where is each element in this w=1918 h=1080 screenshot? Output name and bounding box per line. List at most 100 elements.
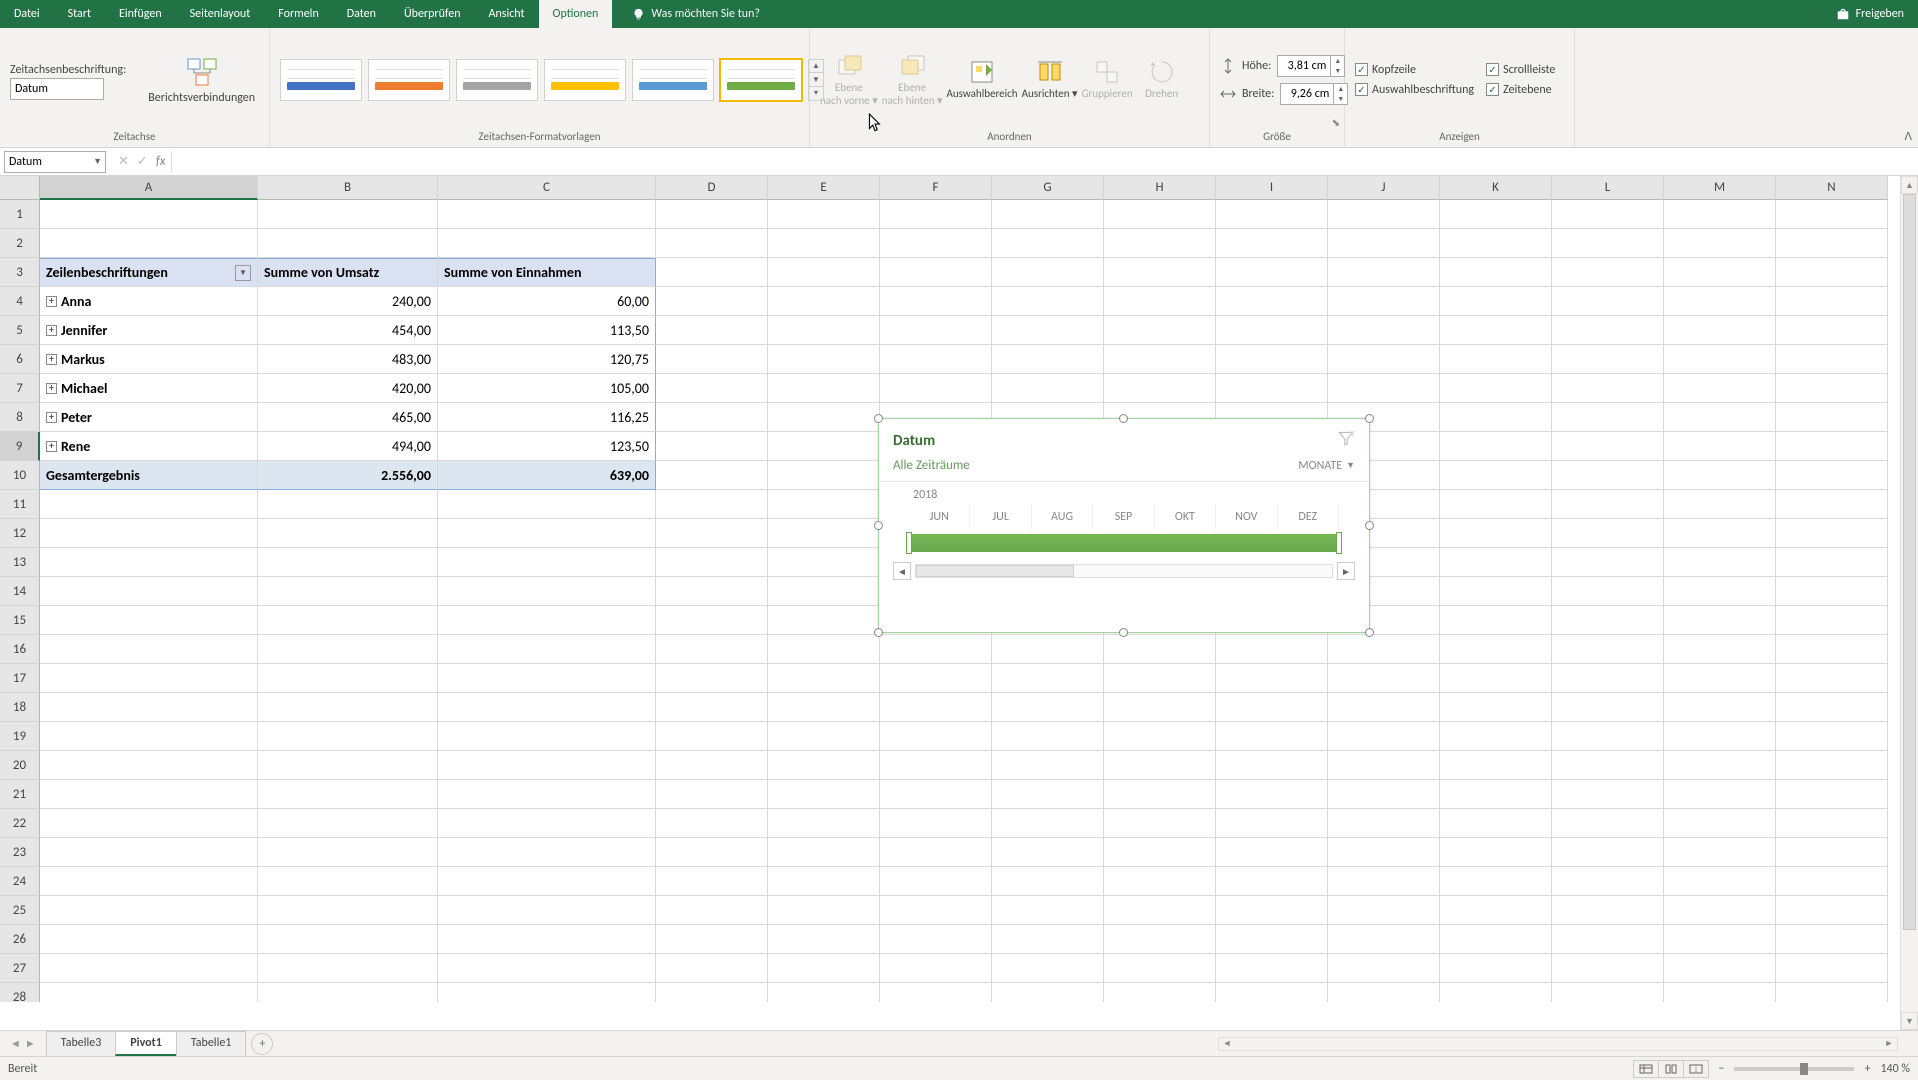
cell-D2[interactable] [656,229,768,258]
row-header-10[interactable]: 10 [0,461,40,490]
cell-K24[interactable] [1440,867,1552,896]
cell-B14[interactable] [258,577,438,606]
cell-H18[interactable] [1104,693,1216,722]
cell-F26[interactable] [880,925,992,954]
cell-L4[interactable] [1552,287,1664,316]
cell-L27[interactable] [1552,954,1664,983]
cell-M17[interactable] [1664,664,1776,693]
column-header-I[interactable]: I [1216,176,1328,200]
cell-G7[interactable] [992,374,1104,403]
cell-M6[interactable] [1664,345,1776,374]
row-header-5[interactable]: 5 [0,316,40,345]
cell-F2[interactable] [880,229,992,258]
sheet-tab-tabelle3[interactable]: Tabelle3 [46,1031,117,1056]
cell-C12[interactable] [438,519,656,548]
show-checkbox-scrollleiste[interactable]: ✓Scrollleiste [1486,63,1564,77]
cell-A26[interactable] [40,925,258,954]
cell-A13[interactable] [40,548,258,577]
cell-G28[interactable] [992,983,1104,1002]
row-header-6[interactable]: 6 [0,345,40,374]
cell-K2[interactable] [1440,229,1552,258]
cell-F22[interactable] [880,809,992,838]
cell-A8[interactable]: +Peter [40,403,258,432]
cell-N11[interactable] [1776,490,1888,519]
cell-G26[interactable] [992,925,1104,954]
cell-N26[interactable] [1776,925,1888,954]
cell-C10[interactable]: 639,00 [438,461,656,490]
cell-J3[interactable] [1328,258,1440,287]
sheet-tab-tabelle1[interactable]: Tabelle1 [176,1031,247,1056]
cell-J6[interactable] [1328,345,1440,374]
cell-E6[interactable] [768,345,880,374]
cell-N10[interactable] [1776,461,1888,490]
cell-I17[interactable] [1216,664,1328,693]
cell-L16[interactable] [1552,635,1664,664]
cell-N23[interactable] [1776,838,1888,867]
timeline-left-grip[interactable] [906,532,912,554]
cell-E26[interactable] [768,925,880,954]
cell-A23[interactable] [40,838,258,867]
row-header-1[interactable]: 1 [0,200,40,229]
gallery-row-down[interactable]: ▼ [809,73,823,87]
cell-J16[interactable] [1328,635,1440,664]
cell-K10[interactable] [1440,461,1552,490]
sheet-tab-pivot1[interactable]: Pivot1 [115,1031,177,1056]
cell-C4[interactable]: 60,00 [438,287,656,316]
row-header-16[interactable]: 16 [0,635,40,664]
row-header-24[interactable]: 24 [0,867,40,896]
cell-A22[interactable] [40,809,258,838]
timeline-style-1[interactable] [368,59,450,101]
cell-N17[interactable] [1776,664,1888,693]
cell-E12[interactable] [768,519,880,548]
worksheet-grid[interactable]: ABCDEFGHIJKLMN123Zeilenbeschriftungen▼Su… [0,176,1918,1002]
cell-L8[interactable] [1552,403,1664,432]
cell-I5[interactable] [1216,316,1328,345]
cell-M16[interactable] [1664,635,1776,664]
cell-M19[interactable] [1664,722,1776,751]
cell-K28[interactable] [1440,983,1552,1002]
row-header-7[interactable]: 7 [0,374,40,403]
cell-E5[interactable] [768,316,880,345]
column-header-C[interactable]: C [438,176,656,200]
cell-L17[interactable] [1552,664,1664,693]
cell-C6[interactable]: 120,75 [438,345,656,374]
cell-N13[interactable] [1776,548,1888,577]
cell-M23[interactable] [1664,838,1776,867]
cell-C11[interactable] [438,490,656,519]
cell-C21[interactable] [438,780,656,809]
cell-L14[interactable] [1552,577,1664,606]
row-header-23[interactable]: 23 [0,838,40,867]
cell-B18[interactable] [258,693,438,722]
menu-tab-einfügen[interactable]: Einfügen [105,0,176,28]
cell-C2[interactable] [438,229,656,258]
column-header-A[interactable]: A [40,176,258,200]
cell-M9[interactable] [1664,432,1776,461]
cell-N24[interactable] [1776,867,1888,896]
cell-B27[interactable] [258,954,438,983]
cell-M21[interactable] [1664,780,1776,809]
cell-K20[interactable] [1440,751,1552,780]
row-header-17[interactable]: 17 [0,664,40,693]
cell-N15[interactable] [1776,606,1888,635]
cell-E7[interactable] [768,374,880,403]
row-header-11[interactable]: 11 [0,490,40,519]
cell-A9[interactable]: +Rene [40,432,258,461]
cell-K13[interactable] [1440,548,1552,577]
expand-button[interactable]: + [46,354,57,365]
cell-J27[interactable] [1328,954,1440,983]
cell-L13[interactable] [1552,548,1664,577]
menu-tab-formeln[interactable]: Formeln [264,0,332,28]
column-header-L[interactable]: L [1552,176,1664,200]
cell-L23[interactable] [1552,838,1664,867]
cell-K4[interactable] [1440,287,1552,316]
menu-tab-optionen[interactable]: Optionen [539,0,613,28]
column-header-K[interactable]: K [1440,176,1552,200]
timeline-right-grip[interactable] [1336,532,1342,554]
cell-N7[interactable] [1776,374,1888,403]
cell-K21[interactable] [1440,780,1552,809]
cell-E23[interactable] [768,838,880,867]
cell-B4[interactable]: 240,00 [258,287,438,316]
column-header-D[interactable]: D [656,176,768,200]
cell-A21[interactable] [40,780,258,809]
cell-H5[interactable] [1104,316,1216,345]
